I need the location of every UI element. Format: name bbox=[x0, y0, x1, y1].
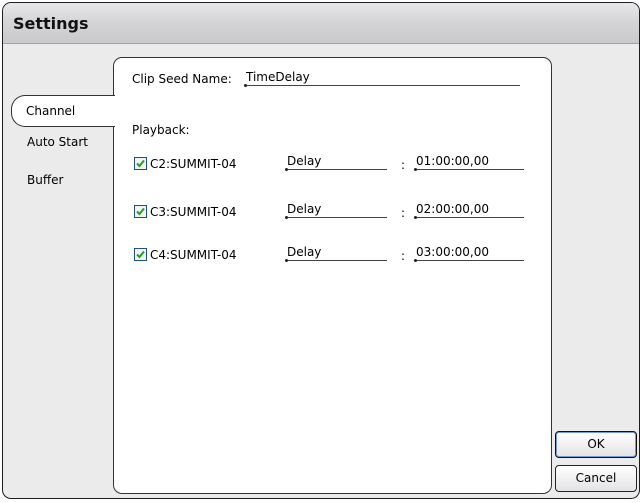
channel-settings-panel: Clip Seed Name: TimeDelay Playback: C2:S… bbox=[113, 57, 552, 494]
title-bar[interactable]: Settings bbox=[3, 3, 639, 44]
playback-time-field[interactable]: 02:00:00,00 bbox=[416, 202, 489, 216]
playback-channel-label: C2:SUMMIT-04 bbox=[150, 157, 237, 171]
playback-time-field[interactable]: 03:00:00,00 bbox=[416, 245, 489, 259]
checkmark-icon bbox=[136, 207, 145, 216]
clip-seed-name-label: Clip Seed Name: bbox=[132, 72, 232, 86]
tab-auto-start[interactable]: Auto Start bbox=[27, 135, 88, 149]
playback-mode-dropdown[interactable]: Delay bbox=[287, 154, 321, 168]
playback-channel-label: C4:SUMMIT-04 bbox=[150, 248, 237, 262]
field-marker bbox=[285, 259, 288, 262]
field-marker bbox=[285, 168, 288, 171]
field-marker bbox=[285, 216, 288, 219]
mode-underline bbox=[285, 169, 387, 170]
colon-separator: : bbox=[401, 249, 406, 263]
field-marker bbox=[244, 84, 247, 87]
time-underline bbox=[414, 260, 524, 261]
playback-channel-label: C3:SUMMIT-04 bbox=[150, 205, 237, 219]
clip-seed-name-underline bbox=[244, 85, 520, 86]
playback-checkbox-c4[interactable] bbox=[134, 248, 147, 261]
mode-underline bbox=[285, 217, 387, 218]
clip-seed-name-field[interactable]: TimeDelay bbox=[246, 70, 310, 84]
field-marker bbox=[414, 216, 417, 219]
checkmark-icon bbox=[136, 159, 145, 168]
settings-window: Settings Channel Auto Start Buffer Clip … bbox=[2, 2, 640, 499]
field-marker bbox=[414, 168, 417, 171]
ok-button[interactable]: OK bbox=[555, 431, 637, 458]
tab-buffer[interactable]: Buffer bbox=[27, 173, 63, 187]
time-underline bbox=[414, 217, 524, 218]
playback-label: Playback: bbox=[132, 123, 190, 137]
playback-checkbox-c2[interactable] bbox=[134, 157, 147, 170]
playback-mode-dropdown[interactable]: Delay bbox=[287, 245, 321, 259]
playback-checkbox-c3[interactable] bbox=[134, 205, 147, 218]
mode-underline bbox=[285, 260, 387, 261]
tab-channel-label: Channel bbox=[26, 104, 76, 118]
window-title: Settings bbox=[13, 14, 89, 33]
playback-mode-dropdown[interactable]: Delay bbox=[287, 202, 321, 216]
checkmark-icon bbox=[136, 250, 145, 259]
colon-separator: : bbox=[401, 158, 406, 172]
cancel-button[interactable]: Cancel bbox=[555, 465, 637, 492]
playback-time-field[interactable]: 01:00:00,00 bbox=[416, 154, 489, 168]
colon-separator: : bbox=[401, 206, 406, 220]
field-marker bbox=[414, 259, 417, 262]
time-underline bbox=[414, 169, 524, 170]
tab-channel[interactable]: Channel bbox=[11, 95, 115, 127]
